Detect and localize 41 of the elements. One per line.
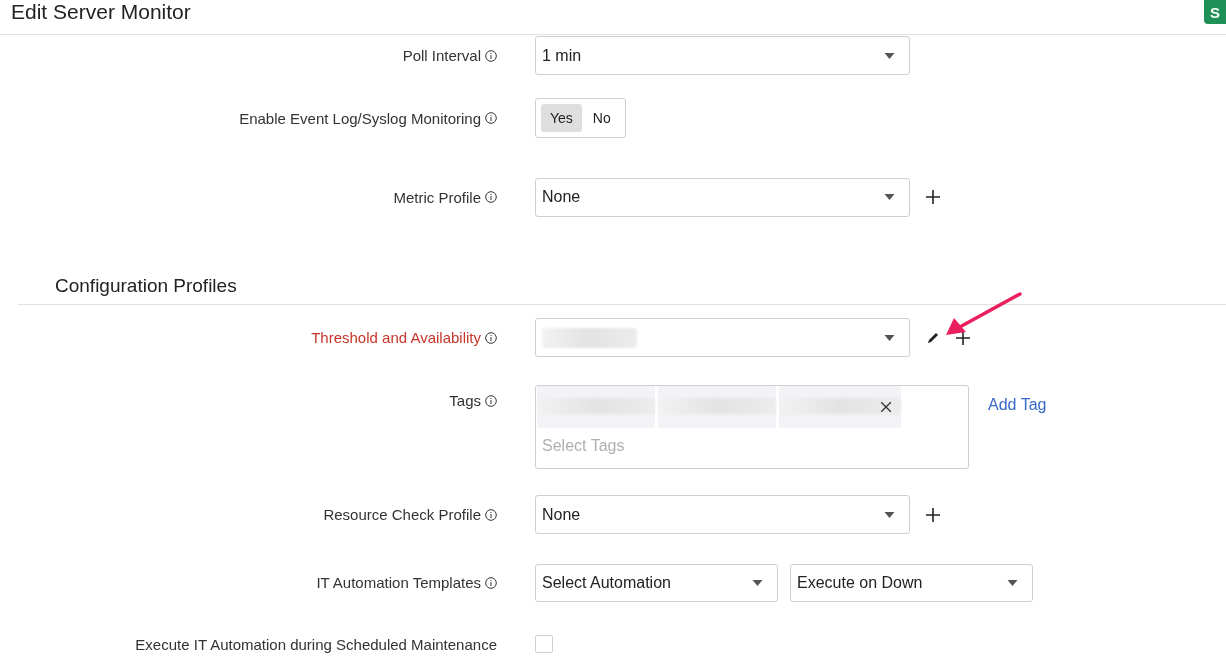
plus-icon[interactable] (926, 507, 940, 522)
field-label: Execute IT Automation during Scheduled Maintenance (135, 635, 497, 653)
info-icon[interactable] (485, 191, 497, 203)
info-icon[interactable] (485, 331, 497, 344)
caret-icon (1007, 579, 1018, 586)
field-label: Threshold and Availability (311, 329, 481, 346)
info-icon[interactable] (485, 112, 497, 124)
save-button[interactable]: S (1204, 0, 1226, 24)
select-field[interactable]: Select Automation (535, 563, 778, 602)
plus-icon[interactable] (956, 330, 970, 345)
field-label: Poll Interval (402, 47, 481, 64)
field-label: Metric Profile (393, 188, 481, 206)
select-field[interactable] (535, 318, 910, 357)
caret-icon (752, 579, 763, 586)
tags-field[interactable]: Select Tags (535, 385, 969, 469)
add-tag-link[interactable]: Add Tag (988, 396, 1047, 414)
toggle-option[interactable]: Yes (541, 104, 582, 132)
remove-icon[interactable] (881, 402, 891, 412)
pencil-icon[interactable] (926, 330, 940, 345)
field-label: Enable Event Log/Syslog Monitoring (239, 109, 481, 127)
caret-icon (884, 511, 895, 518)
page-title: Edit Server Monitor (11, 0, 191, 24)
plus-icon[interactable] (926, 190, 940, 204)
select-field[interactable]: Execute on Down (790, 563, 1033, 602)
field-label: Resource Check Profile (323, 506, 481, 523)
info-icon[interactable] (485, 576, 497, 589)
caret-icon (884, 194, 895, 200)
select-field[interactable]: 1 min (535, 36, 910, 75)
field-label: IT Automation Templates (316, 574, 481, 591)
checkbox[interactable] (535, 635, 553, 653)
select-field[interactable]: None (535, 495, 910, 534)
field-label: Tags (449, 392, 481, 409)
select-field[interactable]: None (535, 177, 910, 217)
info-icon[interactable] (485, 394, 497, 407)
section-heading: Configuration Profiles (55, 275, 237, 296)
info-icon[interactable] (485, 508, 497, 521)
tag-input[interactable]: Select Tags (536, 428, 968, 464)
toggle-option[interactable]: No (583, 104, 620, 132)
info-icon[interactable] (485, 49, 497, 62)
caret-icon (884, 52, 895, 59)
caret-icon (884, 334, 895, 341)
